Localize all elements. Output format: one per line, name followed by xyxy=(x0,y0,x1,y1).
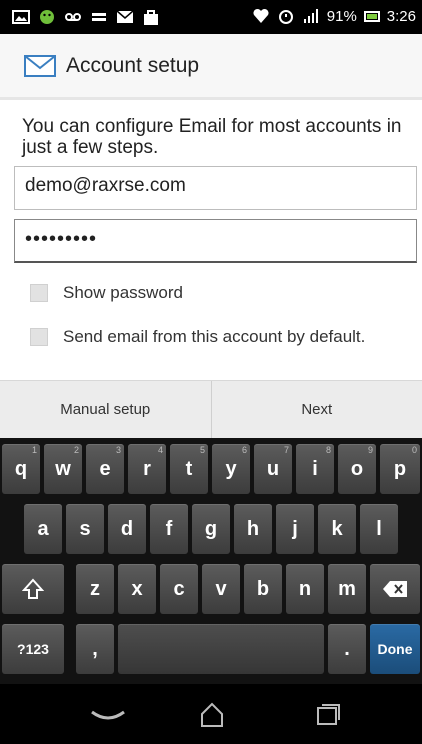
key-hint: 1 xyxy=(31,445,37,455)
heart-icon xyxy=(253,8,269,23)
manual-setup-button[interactable]: Manual setup xyxy=(0,381,212,438)
key-f[interactable]: f xyxy=(150,504,188,554)
key-q[interactable]: q1 xyxy=(2,444,40,494)
key-h[interactable]: h xyxy=(234,504,272,554)
key-v[interactable]: v xyxy=(202,564,240,614)
email-envelope-icon xyxy=(24,54,56,77)
default-account-checkbox[interactable] xyxy=(30,328,48,346)
key-k[interactable]: k xyxy=(318,504,356,554)
comma-key[interactable]: , xyxy=(76,624,114,674)
navigation-bar xyxy=(0,684,422,744)
key-label: i xyxy=(312,457,318,480)
status-bar: 91% 3:26 xyxy=(0,0,422,34)
key-b[interactable]: b xyxy=(244,564,282,614)
key-label: q xyxy=(14,457,28,480)
key-o[interactable]: o9 xyxy=(338,444,376,494)
shopping-bag-icon xyxy=(144,10,158,25)
page-title: Account setup xyxy=(66,53,200,77)
password-field[interactable]: ••••••••• xyxy=(14,219,417,263)
alarm-icon xyxy=(278,10,293,24)
mail-icon xyxy=(116,10,134,23)
key-u[interactable]: u7 xyxy=(254,444,292,494)
key-l[interactable]: l xyxy=(360,504,398,554)
done-key[interactable]: Done xyxy=(370,624,420,674)
key-hint: 3 xyxy=(115,445,121,455)
key-j[interactable]: j xyxy=(276,504,314,554)
key-hint: 0 xyxy=(411,445,417,455)
key-hint: 4 xyxy=(157,445,163,455)
action-bar: Account setup xyxy=(0,34,422,100)
key-label: y xyxy=(225,457,237,480)
show-password-row[interactable]: Show password xyxy=(30,283,183,303)
key-x[interactable]: x xyxy=(118,564,156,614)
show-password-checkbox[interactable] xyxy=(30,284,48,302)
key-g[interactable]: g xyxy=(192,504,230,554)
key-w[interactable]: w2 xyxy=(44,444,82,494)
key-a[interactable]: a xyxy=(24,504,62,554)
symbols-key[interactable]: ?123 xyxy=(2,624,64,674)
key-y[interactable]: y6 xyxy=(212,444,250,494)
key-label: r xyxy=(143,457,151,480)
battery-percent: 91% xyxy=(326,7,357,25)
period-key[interactable]: . xyxy=(328,624,366,674)
key-label: t xyxy=(185,457,193,480)
button-bar: Manual setup Next xyxy=(0,380,422,438)
key-c[interactable]: c xyxy=(160,564,198,614)
battery-icon xyxy=(363,10,380,22)
key-label: e xyxy=(99,457,111,480)
home-icon[interactable] xyxy=(192,700,232,730)
recent-apps-icon[interactable] xyxy=(308,700,348,730)
show-password-label: Show password xyxy=(63,283,184,302)
key-s[interactable]: s xyxy=(66,504,104,554)
key-m[interactable]: m xyxy=(328,564,366,614)
key-hint: 6 xyxy=(241,445,247,455)
key-z[interactable]: z xyxy=(76,564,114,614)
intro-text: You can configure Email for most account… xyxy=(22,116,402,158)
key-t[interactable]: t5 xyxy=(170,444,208,494)
space-key[interactable] xyxy=(118,624,324,674)
next-button[interactable]: Next xyxy=(212,381,422,438)
key-i[interactable]: i8 xyxy=(296,444,334,494)
default-account-row[interactable]: Send email from this account by default. xyxy=(30,327,365,347)
soft-keyboard: q1 w2 e3 r4 t5 y6 u7 i8 o9 p0 a s d f g … xyxy=(0,438,422,684)
key-hint: 9 xyxy=(367,445,373,455)
key-d[interactable]: d xyxy=(108,504,146,554)
voicemail-icon xyxy=(65,13,81,21)
backspace-key[interactable] xyxy=(370,564,420,614)
clock: 3:26 xyxy=(386,7,416,25)
back-chevron-icon[interactable] xyxy=(88,700,128,730)
key-label: o xyxy=(350,457,364,480)
key-e[interactable]: e3 xyxy=(86,444,124,494)
key-hint: 5 xyxy=(199,445,205,455)
sync-icon xyxy=(92,13,106,21)
key-p[interactable]: p0 xyxy=(380,444,420,494)
key-n[interactable]: n xyxy=(286,564,324,614)
gallery-icon xyxy=(12,10,30,24)
shift-key[interactable] xyxy=(2,564,64,614)
key-hint: 2 xyxy=(73,445,79,455)
key-label: u xyxy=(266,457,280,480)
signal-icon xyxy=(303,9,318,23)
email-field[interactable]: demo@raxrse.com xyxy=(14,166,417,210)
key-hint: 7 xyxy=(283,445,289,455)
key-r[interactable]: r4 xyxy=(128,444,166,494)
shift-arrow-icon xyxy=(22,578,44,599)
backspace-icon xyxy=(383,581,407,597)
android-icon xyxy=(40,10,54,24)
key-hint: 8 xyxy=(325,445,331,455)
key-label: p xyxy=(393,457,407,480)
account-setup-screen: Account setup You can configure Email fo… xyxy=(0,34,422,438)
default-account-label: Send email from this account by default. xyxy=(63,327,366,346)
key-label: w xyxy=(55,457,71,480)
